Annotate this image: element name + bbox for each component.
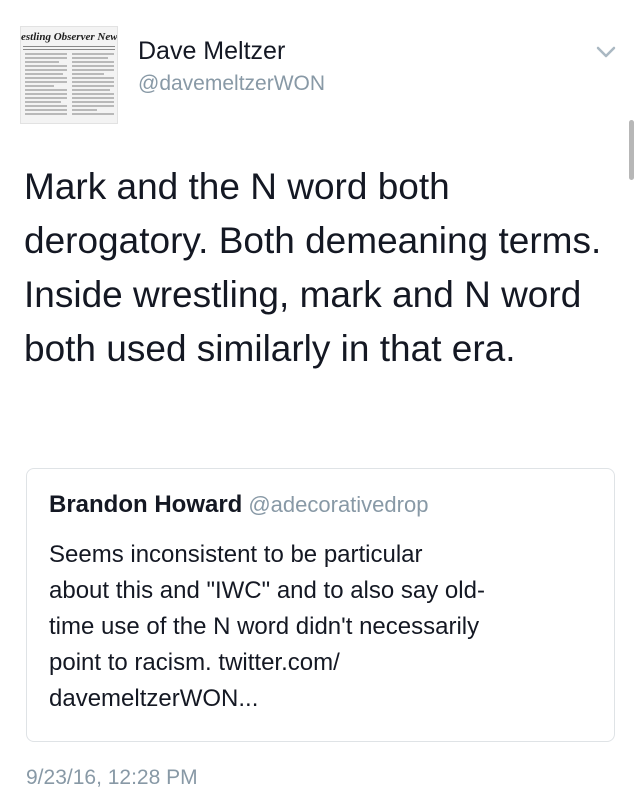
quoted-author-handle: @adecorativedrop	[248, 492, 429, 517]
avatar-rule	[23, 46, 115, 47]
tweet-text: Mark and the N word both derogatory. Bot…	[24, 166, 602, 369]
avatar-text-column	[72, 53, 114, 119]
chevron-down-icon	[596, 46, 616, 58]
tweet-timestamp[interactable]: 9/23/16, 12:28 PM	[26, 764, 198, 792]
avatar[interactable]: estling Observer Newslet	[20, 26, 118, 124]
avatar-text-column	[25, 53, 67, 119]
quoted-tweet-card[interactable]: Brandon Howard @adecorativedrop Seems inc…	[26, 468, 615, 742]
quoted-tweet-text: Seems inconsistent to be particular abou…	[49, 541, 485, 712]
avatar-newsletter-title: estling Observer Newslet	[21, 31, 118, 43]
quoted-author-display-name: Brandon Howard	[49, 491, 243, 518]
author-handle[interactable]: @davemeltzerWON	[138, 71, 325, 97]
avatar-rule	[23, 49, 115, 50]
tweet-menu-button[interactable]	[590, 40, 622, 64]
author-display-name[interactable]: Dave Meltzer	[138, 36, 285, 66]
quoted-tweet-header: Brandon Howard @adecorativedrop	[49, 491, 428, 519]
scrollbar[interactable]	[629, 120, 634, 180]
